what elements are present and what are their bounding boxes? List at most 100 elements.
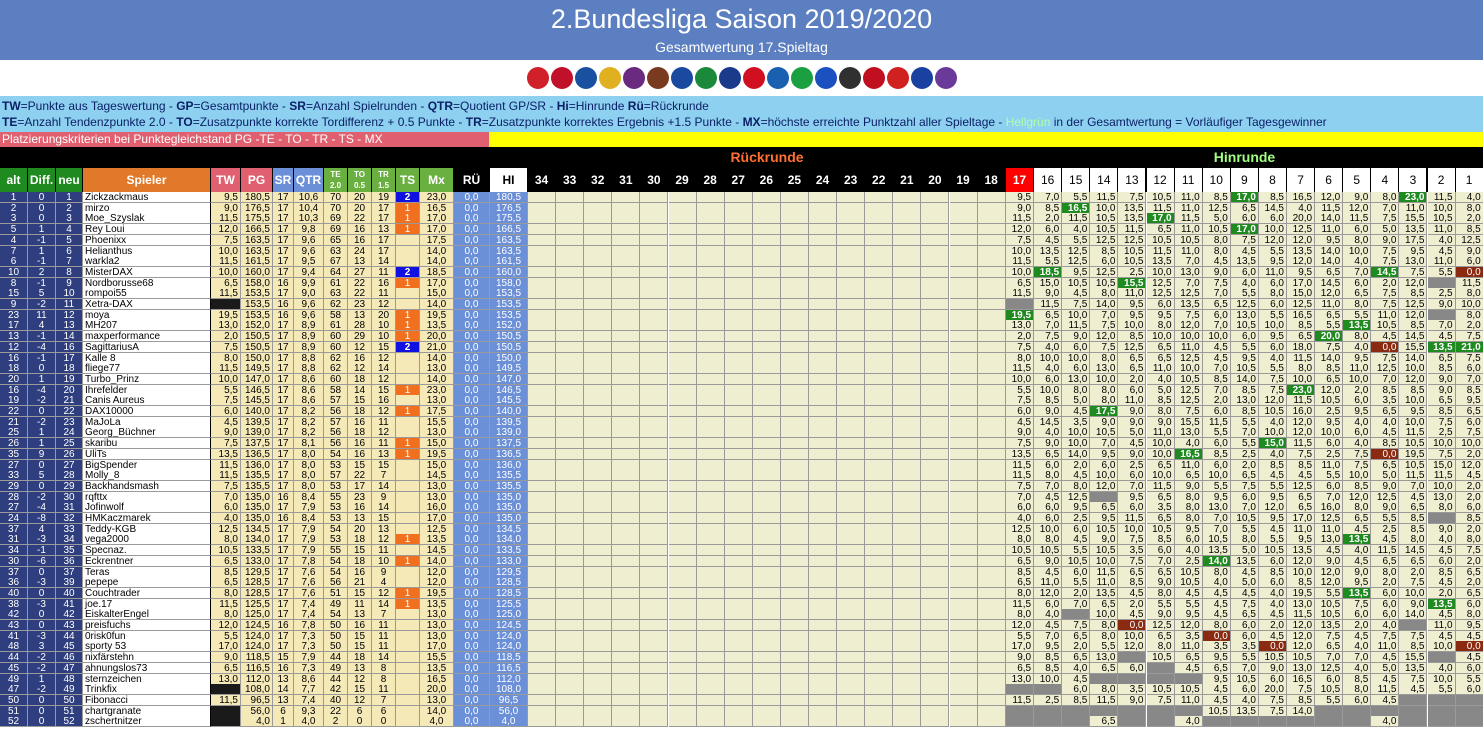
col-header-round-31[interactable]: 31 bbox=[612, 168, 641, 192]
table-row[interactable]: 24 -8 32 HMKaczmarek 4,0 135,0 16 8,4 53 13 15 17,0… bbox=[0, 513, 1483, 524]
table-row[interactable]: 27 0 27 BigSpender 11,5 136,0 17 8,0 53 15 15 15,0 0… bbox=[0, 459, 1483, 471]
table-row[interactable]: 49 1 48 sternzeichen 13,0 112,0 13 8,6 44 12 8 16,5… bbox=[0, 673, 1483, 685]
table-row[interactable]: 8 -1 9 Nordborusse68 6,5 158,0 16 9,9 61 22 16 1 17,… bbox=[0, 277, 1483, 289]
table-row[interactable]: 19 -2 21 Canis Aureus 7,5 145,5 17 8,6 57 15 16 13,… bbox=[0, 395, 1483, 407]
table-row[interactable]: 40 0 40 Couchtrader 8,0 128,5 17 7,6 51 15 12 1 19,5… bbox=[0, 587, 1483, 599]
table-row[interactable]: 21 -2 23 MaJoLa 4,5 139,5 17 8,2 57 16 11 15,5 0,0 13… bbox=[0, 416, 1483, 428]
col-header-round-7[interactable]: 7 bbox=[1287, 168, 1316, 192]
table-row[interactable]: 20 1 19 Turbo_Prinz 10,0 147,0 17 8,6 60 18 12 14,0… bbox=[0, 373, 1483, 385]
col-header-to[interactable]: TO 0.5 bbox=[348, 168, 372, 192]
col-header-round-32[interactable]: 32 bbox=[584, 168, 613, 192]
col-header-ts[interactable]: TS bbox=[396, 168, 420, 192]
col-header-round-27[interactable]: 27 bbox=[724, 168, 753, 192]
col-header-round-11[interactable]: 11 bbox=[1174, 168, 1203, 192]
col-header-round-18[interactable]: 18 bbox=[977, 168, 1006, 192]
table-row[interactable]: 27 -4 31 Jofinwolf 6,0 135,0 17 7,9 53 16 14 16,0 0,… bbox=[0, 502, 1483, 514]
col-header-ru[interactable]: RÜ bbox=[454, 168, 490, 192]
col-header-sr[interactable]: SR bbox=[273, 168, 294, 192]
cell-neu: 22 bbox=[56, 406, 83, 417]
table-row[interactable]: 13 -1 14 maxperformance 2,0 150,5 17 8,9 60 29 10 1… bbox=[0, 331, 1483, 343]
col-header-round-21[interactable]: 21 bbox=[893, 168, 922, 192]
col-header-spieler[interactable]: Spieler bbox=[83, 168, 211, 192]
col-header-round-8[interactable]: 8 bbox=[1258, 168, 1287, 192]
table-row[interactable]: 41 -3 44 0risk0fun 5,5 124,0 17 7,3 50 15 11 13,0 0,… bbox=[0, 630, 1483, 642]
table-row[interactable]: 12 -4 16 SagittariusA 7,5 150,5 17 8,9 60 12 15 2 21… bbox=[0, 341, 1483, 353]
col-header-round-28[interactable]: 28 bbox=[696, 168, 725, 192]
table-row[interactable]: 23 11 12 moya 19,5 153,5 16 9,6 58 13 20 1 19,5 0,0 15… bbox=[0, 309, 1483, 321]
col-header-neu[interactable]: neu bbox=[56, 168, 83, 192]
table-row[interactable]: 28 -2 30 rqfttx 7,0 135,0 16 8,4 55 23 9 13,0 0,0 135… bbox=[0, 491, 1483, 503]
table-row[interactable]: 16 -1 17 Kalle 8 8,0 150,0 17 8,8 62 16 12 14,0 0,0 1… bbox=[0, 352, 1483, 364]
col-header-round-17[interactable]: 17 bbox=[1006, 168, 1035, 192]
col-header-round-20[interactable]: 20 bbox=[921, 168, 950, 192]
table-row[interactable]: 18 0 18 fliege77 11,5 149,5 17 8,8 62 12 14 13,0 0,0… bbox=[0, 363, 1483, 375]
col-header-round-9[interactable]: 9 bbox=[1230, 168, 1259, 192]
col-header-round-16[interactable]: 16 bbox=[1034, 168, 1063, 192]
col-header-round-34[interactable]: 34 bbox=[528, 168, 557, 192]
table-row[interactable]: 47 -2 49 Trinkfix 108,0 14 7,7 42 15 11 20,0 0,0 108… bbox=[0, 684, 1483, 696]
col-header-round-12[interactable]: 12 bbox=[1146, 168, 1175, 192]
table-row[interactable]: 44 -2 46 nixfärstehn 9,0 118,5 15 7,9 44 18 14 15,5… bbox=[0, 652, 1483, 664]
table-row[interactable]: 17 4 13 MH207 13,0 152,0 17 8,9 61 28 10 1 13,5 0,0 15… bbox=[0, 320, 1483, 332]
table-row[interactable]: 16 -4 20 Ihrefelder 5,5 146,5 17 8,6 58 14 15 1 23,0… bbox=[0, 384, 1483, 396]
table-row[interactable]: 1 0 1 Zickzackmaus 9,5 180,5 17 10,6 70 20 19 2 23,0… bbox=[0, 192, 1483, 203]
col-header-round-6[interactable]: 6 bbox=[1315, 168, 1344, 192]
table-row[interactable]: 52 0 52 zschertnitzer 4,0 1 4,0 2 0 0 4,0 0,0 4,0 6,5… bbox=[0, 716, 1483, 728]
table-row[interactable]: 5 1 4 Rey Loui 12,0 166,5 17 9,8 69 16 13 1 17,0 0,0 1… bbox=[0, 224, 1483, 236]
col-header-te[interactable]: TE 2.0 bbox=[324, 168, 348, 192]
col-header-alt[interactable]: alt bbox=[0, 168, 28, 192]
col-header-round-23[interactable]: 23 bbox=[837, 168, 866, 192]
col-header-round-22[interactable]: 22 bbox=[865, 168, 894, 192]
col-header-qtr[interactable]: QTR bbox=[294, 168, 324, 192]
table-row[interactable]: 26 1 25 skaribu 7,5 137,5 17 8,1 56 16 11 1 15,0 0,0 1… bbox=[0, 438, 1483, 450]
col-header-round-3[interactable]: 3 bbox=[1399, 168, 1428, 192]
table-row[interactable]: 48 3 45 sporty 53 17,0 124,0 17 7,3 50 15 11 17,0 0,… bbox=[0, 641, 1483, 653]
col-header-round-14[interactable]: 14 bbox=[1090, 168, 1119, 192]
col-header-tw[interactable]: TW bbox=[211, 168, 241, 192]
col-header-round-19[interactable]: 19 bbox=[949, 168, 978, 192]
col-header-round-24[interactable]: 24 bbox=[809, 168, 838, 192]
table-row[interactable]: 31 -3 34 vega2000 8,0 134,0 17 7,9 53 18 12 1 13,5 0,… bbox=[0, 534, 1483, 546]
col-header-pg[interactable]: PG bbox=[241, 168, 273, 192]
col-header-diff[interactable]: Diff. bbox=[28, 168, 56, 192]
table-row[interactable]: 30 -6 36 Eckrentner 6,5 133,0 17 7,8 54 18 10 1 14,0… bbox=[0, 555, 1483, 567]
col-header-round-1[interactable]: 1 bbox=[1455, 168, 1483, 192]
table-row[interactable]: 38 -3 41 joe.17 11,5 125,5 17 7,4 49 11 14 1 13,5 0,0… bbox=[0, 598, 1483, 610]
table-row[interactable]: 3 0 3 Moe_Szyslak 11,5 175,5 17 10,3 69 22 17 1 17,0… bbox=[0, 213, 1483, 225]
col-header-round-25[interactable]: 25 bbox=[780, 168, 809, 192]
table-row[interactable]: 4 -1 5 Phoenixx 7,5 163,5 17 9,6 65 16 17 17,5 0,0 16… bbox=[0, 234, 1483, 246]
table-row[interactable]: 2 0 2 mirzo 9,0 176,5 17 10,4 70 20 17 1 16,5 0,0 176,… bbox=[0, 202, 1483, 214]
table-row[interactable]: 45 -2 47 ahnungslos73 6,5 116,5 16 7,3 49 13 8 13,5… bbox=[0, 662, 1483, 674]
col-header-round-2[interactable]: 2 bbox=[1427, 168, 1456, 192]
table-row[interactable]: 50 0 50 Fibonacci 11,5 96,5 13 7,4 40 12 7 13,0 0,0 9… bbox=[0, 694, 1483, 706]
table-row[interactable]: 25 1 24 Georg_Büchner 9,0 139,0 17 8,2 56 18 12 13,… bbox=[0, 427, 1483, 439]
table-row[interactable]: 43 0 43 preisfuchs 12,0 124,5 16 7,8 50 16 11 13,0 0… bbox=[0, 620, 1483, 631]
col-header-tr[interactable]: TR 1.5 bbox=[372, 168, 396, 192]
table-row[interactable]: 7 1 6 Helianthus 10,0 163,5 17 9,6 63 24 17 14,0 0,0… bbox=[0, 245, 1483, 257]
table-row[interactable]: 34 -1 35 Specnaz. 10,5 133,5 17 7,9 55 15 11 14,5 0,… bbox=[0, 545, 1483, 557]
col-header-round-26[interactable]: 26 bbox=[752, 168, 781, 192]
col-header-round-10[interactable]: 10 bbox=[1202, 168, 1231, 192]
col-header-round-30[interactable]: 30 bbox=[640, 168, 669, 192]
table-row[interactable]: 10 2 8 MisterDAX 10,0 160,0 17 9,4 64 27 11 2 18,5 0,… bbox=[0, 266, 1483, 278]
table-row[interactable]: 36 -3 39 pepepe 6,5 128,5 17 7,6 56 21 4 12,0 0,0 128… bbox=[0, 577, 1483, 589]
table-row[interactable]: 51 0 51 chartgranate 56,0 6 9,3 22 6 6 14,0 0,0 56,0… bbox=[0, 705, 1483, 717]
col-header-mx[interactable]: Mx bbox=[420, 168, 454, 192]
col-header-round-4[interactable]: 4 bbox=[1371, 168, 1400, 192]
table-row[interactable]: 29 0 29 Backhandsmash 7,5 135,5 17 8,0 53 17 14 13,… bbox=[0, 480, 1483, 492]
col-header-round-5[interactable]: 5 bbox=[1343, 168, 1372, 192]
table-row[interactable]: 9 -2 11 Xetra-DAX 153,5 16 9,6 62 23 12 14,0 0,0 153… bbox=[0, 299, 1483, 310]
col-header-hi[interactable]: HI bbox=[490, 168, 528, 192]
table-row[interactable]: 22 0 22 DAX10000 6,0 140,0 17 8,2 56 18 12 1 17,5 0,0… bbox=[0, 406, 1483, 417]
table-row[interactable]: 6 -1 7 warkla2 11,5 161,5 17 9,5 67 13 14 14,0 0,0 16… bbox=[0, 256, 1483, 268]
table-row[interactable]: 33 5 28 Molly_8 11,5 135,5 17 8,0 57 22 7 14,5 0,0 13… bbox=[0, 470, 1483, 482]
col-header-round-13[interactable]: 13 bbox=[1118, 168, 1147, 192]
col-header-round-29[interactable]: 29 bbox=[668, 168, 697, 192]
table-row[interactable]: 37 4 33 Teddy-KGB 12,5 134,5 17 7,9 54 20 13 12,5 0,… bbox=[0, 523, 1483, 535]
col-header-round-15[interactable]: 15 bbox=[1062, 168, 1091, 192]
table-row[interactable]: 35 9 26 UliTs 13,5 136,5 17 8,0 54 16 13 1 19,5 0,0 13… bbox=[0, 448, 1483, 460]
table-row[interactable]: 15 5 10 rompoi55 11,5 153,5 17 9,0 63 22 11 15,0 0,0… bbox=[0, 288, 1483, 300]
col-header-round-33[interactable]: 33 bbox=[556, 168, 585, 192]
table-row[interactable]: 37 0 37 Teras 8,5 129,5 17 7,6 54 16 9 12,0 0,0 129,5… bbox=[0, 566, 1483, 578]
table-row[interactable]: 42 0 42 EiskalterEngel 8,0 125,0 17 7,4 54 13 7 13,… bbox=[0, 609, 1483, 621]
